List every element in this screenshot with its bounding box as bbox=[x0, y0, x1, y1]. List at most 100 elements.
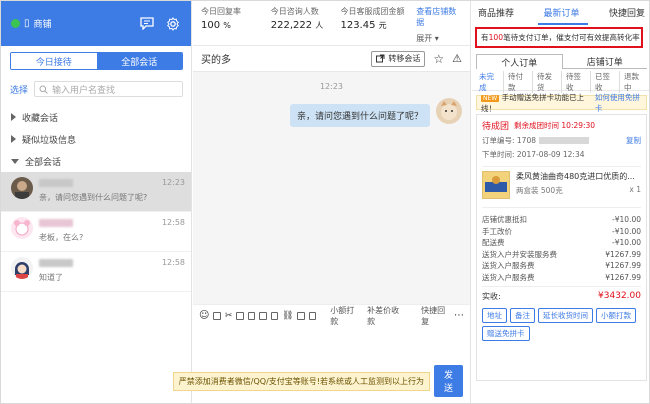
search-placeholder: 输入用户名查找 bbox=[52, 85, 116, 96]
order-actions: 地址 备注 延长收货时间 小额打款 赠送免拼卡 bbox=[482, 308, 641, 341]
message-area: 12:23 亲，请问您遇到什么问题了呢？ bbox=[193, 72, 470, 304]
more-icon[interactable]: ⋯ bbox=[454, 310, 464, 321]
stat-inquiries: 今日咨询人数 222,222 人 bbox=[271, 6, 341, 45]
coupon-icon[interactable] bbox=[270, 311, 279, 320]
avatar bbox=[11, 177, 33, 199]
order-status-label: 待成团 bbox=[482, 122, 510, 132]
tab-product-recommend[interactable]: 商品推荐 bbox=[478, 6, 514, 19]
tab-today-reception[interactable]: 今日接待 bbox=[11, 53, 97, 69]
gift-card-button[interactable]: 赠送免拼卡 bbox=[482, 326, 530, 341]
tab-shop-orders[interactable]: 店铺订单 bbox=[562, 54, 647, 69]
agent-avatar bbox=[436, 98, 462, 124]
transfer-icon bbox=[376, 54, 385, 63]
filter-received[interactable]: 已签收 bbox=[591, 70, 620, 93]
quick-reply-button[interactable]: 快捷回复 bbox=[421, 305, 450, 327]
conversation-item[interactable]: 老板，在么? 12:58 bbox=[1, 212, 191, 252]
paid-value: ¥3432.00 bbox=[598, 291, 641, 301]
select-link[interactable]: 选择 bbox=[10, 83, 28, 96]
send-button[interactable]: 发送 bbox=[433, 365, 463, 397]
small-payment-button[interactable]: 小额打款 bbox=[596, 308, 636, 323]
address-button[interactable]: 地址 bbox=[482, 308, 507, 323]
active-tab-indicator bbox=[538, 23, 588, 25]
order-status: 待成团 剩余成团时间 10:29:30 bbox=[482, 119, 641, 132]
group-all-sessions[interactable]: 全部会话 bbox=[1, 150, 191, 172]
conversation-message: 老板，在么? bbox=[39, 233, 84, 242]
copy-link[interactable]: 复制 bbox=[626, 135, 641, 146]
message-icon[interactable] bbox=[139, 16, 155, 32]
filter-refunding[interactable]: 退款中 bbox=[620, 71, 648, 93]
card-icon[interactable] bbox=[308, 311, 317, 320]
paid-row: 实收: ¥3432.00 bbox=[482, 286, 641, 302]
product-spec: 两盒装 500克 bbox=[516, 186, 563, 195]
fee-label: 送货入户并安装服务费 bbox=[482, 249, 557, 259]
settings-icon[interactable] bbox=[165, 16, 181, 32]
fee-label: 店铺优惠抵扣 bbox=[482, 215, 527, 225]
right-tabs: 商品推荐 最新订单 快捷回复 bbox=[472, 1, 649, 23]
stat-reply-rate: 今日回复率 100 % bbox=[201, 6, 271, 45]
stat-label: 今日回复率 bbox=[201, 7, 241, 16]
warning-icon[interactable]: ⚠ bbox=[452, 52, 462, 65]
price-difference-button[interactable]: 补差价收款 bbox=[367, 305, 403, 327]
link-icon[interactable]: ⛓ bbox=[282, 311, 293, 321]
stats-bar: 今日回复率 100 % 今日咨询人数 222,222 人 今日客服成团金额 12… bbox=[193, 1, 470, 46]
note-button[interactable]: 备注 bbox=[510, 308, 535, 323]
extend-receipt-button[interactable]: 延长收货时间 bbox=[538, 308, 593, 323]
tab-all-sessions[interactable]: 全部会话 bbox=[96, 53, 182, 69]
filter-pending-shipment[interactable]: 待发货 bbox=[533, 70, 562, 93]
video-icon[interactable] bbox=[297, 311, 305, 320]
filter-pending-payment[interactable]: 待付款 bbox=[504, 70, 533, 93]
collapse-down-icon bbox=[11, 158, 19, 164]
shop-name: 商铺 bbox=[33, 20, 52, 30]
fee-label: 手工改价 bbox=[482, 226, 512, 236]
group-suspected-spam[interactable]: 疑似垃圾信息 bbox=[1, 128, 191, 150]
promo-banner: NEW 手动赠送免拼卡功能已上线！ 如何使用免拼卡 bbox=[476, 93, 647, 113]
group-favorites[interactable]: 收藏会话 bbox=[1, 106, 191, 128]
small-payment-button[interactable]: 小额打款 bbox=[330, 305, 359, 327]
group-label: 全部会话 bbox=[25, 157, 62, 168]
bag-icon[interactable] bbox=[247, 311, 256, 320]
scissors-icon[interactable]: ✂ bbox=[225, 311, 233, 321]
search-input[interactable]: 输入用户名查找 bbox=[34, 81, 183, 97]
conversation-item[interactable]: 亲，请问您遇到什么问题了呢? 12:23 bbox=[1, 172, 191, 212]
shop-status[interactable]: ▯ 商铺 bbox=[11, 17, 129, 30]
filter-incomplete[interactable]: 未完成 bbox=[475, 70, 504, 93]
fee-value: ¥1267.99 bbox=[605, 249, 641, 259]
tab-personal-orders[interactable]: 个人订单 bbox=[476, 54, 563, 69]
fee-line: 店铺优惠抵扣 -¥10.00 bbox=[482, 214, 641, 226]
stat-value: 100 bbox=[201, 20, 221, 31]
message-timestamp: 12:23 bbox=[319, 82, 344, 91]
order-type-tabs: 个人订单 店铺订单 bbox=[476, 54, 647, 69]
fee-value: -¥10.00 bbox=[612, 238, 641, 248]
stat-unit: % bbox=[223, 21, 231, 30]
fee-line: 手工改价 -¥10.00 bbox=[482, 226, 641, 238]
fee-value: ¥1267.99 bbox=[605, 261, 641, 271]
online-status-icon bbox=[11, 19, 20, 28]
input-toolbar: ☺ ✂ ⛓ 小额打款 补差价收款 快捷回复 ⋯ bbox=[193, 304, 470, 326]
conversation-time: 12:58 bbox=[161, 218, 185, 227]
chat-header: 买的多 转移会话 ☆ ⚠ bbox=[193, 46, 470, 72]
file-icon[interactable] bbox=[236, 311, 244, 320]
emoji-icon[interactable]: ☺ bbox=[199, 310, 209, 321]
star-icon[interactable]: ☆ bbox=[433, 52, 444, 66]
product-image bbox=[482, 171, 510, 199]
thumb-icon[interactable] bbox=[259, 311, 267, 320]
conversation-time: 12:23 bbox=[161, 178, 185, 187]
shop-icon: ▯ bbox=[24, 18, 30, 29]
fee-label: 配送费 bbox=[482, 238, 505, 248]
stat-value: 222,222 bbox=[270, 20, 313, 31]
product-row[interactable]: 柔风黄油曲奇480克进口优质的... 两盒装 500克 x 1 bbox=[482, 166, 641, 208]
tab-latest-orders[interactable]: 最新订单 bbox=[543, 6, 579, 19]
fee-line: 送货入户服务费 ¥1267.99 bbox=[482, 272, 641, 284]
conversation-item[interactable]: 知道了 12:58 bbox=[1, 252, 191, 292]
view-shop-data-link[interactable]: 查看店铺数据 bbox=[416, 6, 464, 28]
image-icon[interactable] bbox=[213, 311, 221, 320]
group-label: 收藏会话 bbox=[22, 113, 59, 124]
promo-link[interactable]: 如何使用免拼卡 bbox=[595, 92, 642, 114]
pending-payment-notice[interactable]: 有100笔待支付订单，催支付可有效提高转化率 bbox=[475, 27, 643, 48]
filter-pending-receipt[interactable]: 待签收 bbox=[562, 70, 591, 93]
warning-notice: 严禁添加消费者微信/QQ/支付宝等账号!若系统或人工监测到以上行为 bbox=[172, 371, 430, 391]
transfer-session-button[interactable]: 转移会话 bbox=[371, 50, 426, 67]
app-window: ▯ 商铺 今日接待 全部会话 选择 输入用户名查找 收藏会话 疑似垃圾信息 全部… bbox=[0, 0, 650, 404]
tab-quick-reply[interactable]: 快捷回复 bbox=[609, 6, 645, 19]
expand-toggle[interactable]: 展开 ▾ bbox=[416, 33, 464, 44]
